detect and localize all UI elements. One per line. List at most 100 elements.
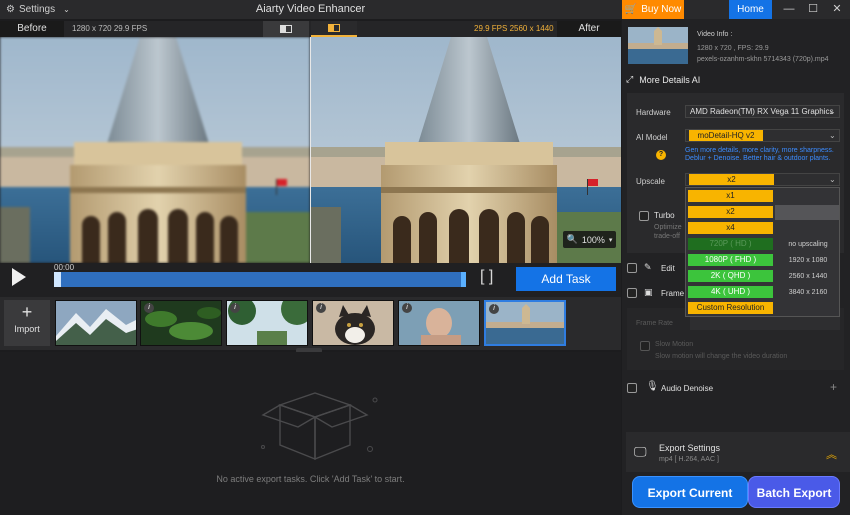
- import-button[interactable]: + Import: [4, 300, 50, 346]
- thumbnail-portrait[interactable]: i: [398, 300, 480, 346]
- option-custom-resolution[interactable]: Custom Resolution: [688, 302, 773, 314]
- export-settings-desc: mp4 [ H.264, AAC ]: [659, 456, 719, 463]
- before-image: [0, 37, 310, 263]
- thumbnail-leaves[interactable]: i: [140, 300, 222, 346]
- option-x4[interactable]: x4: [688, 222, 773, 234]
- chevron-down-icon: ▾: [608, 236, 613, 244]
- more-details-section-header[interactable]: ⤢ More Details AI: [626, 74, 700, 85]
- dropdown-hover-highlight: [775, 205, 839, 220]
- audio-denoise-label: Audio Denoise: [661, 384, 714, 393]
- edit-label: Edit: [661, 264, 675, 273]
- info-icon[interactable]: i: [144, 303, 154, 313]
- empty-tasks-message: No active export tasks. Click 'Add Task'…: [216, 474, 405, 484]
- hardware-label: Hardware: [636, 108, 671, 117]
- option-x2[interactable]: x2: [688, 206, 773, 218]
- export-settings-title: Export Settings: [659, 443, 721, 453]
- import-label: Import: [14, 324, 40, 334]
- before-preview: [0, 37, 310, 263]
- option-720p[interactable]: 720P ( HD ): [688, 238, 773, 250]
- maximize-icon[interactable]: ☐: [805, 2, 821, 17]
- thumbnail-cat[interactable]: i: [312, 300, 394, 346]
- timeline-start-handle[interactable]: [54, 272, 61, 287]
- chevron-down-icon: ⌄: [829, 107, 836, 116]
- export-current-button[interactable]: Export Current: [632, 476, 748, 508]
- option-2k[interactable]: 2K ( QHD ): [688, 270, 773, 282]
- thumbnail-city-selected[interactable]: i: [484, 300, 566, 346]
- batch-export-button[interactable]: Batch Export: [748, 476, 840, 508]
- current-time: 00:00: [54, 263, 75, 272]
- option-x1[interactable]: x1: [688, 190, 773, 202]
- help-icon[interactable]: ?: [656, 150, 666, 160]
- video-info-thumbnail: [628, 27, 688, 64]
- chevron-up-icon: ⌄: [829, 175, 836, 184]
- slow-motion-desc: Slow motion will change the video durati…: [655, 353, 788, 360]
- output-info: 29.9 FPS 2560 x 1440: [474, 24, 554, 33]
- ai-model-label: AI Model: [636, 133, 668, 142]
- split-view-icon: [328, 24, 340, 32]
- close-icon[interactable]: ✕: [829, 2, 845, 17]
- split-divider[interactable]: [310, 37, 311, 263]
- slow-motion-checkbox[interactable]: [640, 341, 650, 351]
- frame-checkbox[interactable]: [627, 288, 637, 298]
- resolution-1080p: 1920 x 1080: [788, 257, 828, 264]
- double-chevron-up-icon[interactable]: ︽: [826, 446, 837, 462]
- single-view-toggle[interactable]: [263, 21, 309, 37]
- after-preview: [311, 37, 621, 263]
- thumbnail-trees[interactable]: i: [226, 300, 308, 346]
- info-icon[interactable]: i: [489, 304, 499, 314]
- hardware-select[interactable]: AMD Radeon(TM) RX Vega 11 Graphics: [685, 105, 840, 118]
- buy-now-label: Buy Now: [641, 4, 682, 15]
- thumbnail-mountains[interactable]: [55, 300, 137, 346]
- info-icon[interactable]: i: [402, 303, 412, 313]
- frame-rate-label: Frame Rate: [636, 320, 673, 327]
- zoom-control[interactable]: 🔍 100% ▾: [563, 231, 616, 248]
- mountain-image: [56, 301, 136, 345]
- turbo-desc-1: Optimize: [654, 224, 682, 231]
- home-button[interactable]: Home: [729, 0, 772, 19]
- split-view-toggle[interactable]: [311, 21, 357, 37]
- info-icon[interactable]: i: [230, 303, 240, 313]
- edit-icon: ✎: [644, 262, 652, 272]
- video-info-filename: pexels-ozanhm-skhn 5714343 (720p).mp4: [697, 56, 829, 63]
- play-icon[interactable]: [12, 268, 26, 286]
- option-4k[interactable]: 4K ( UHD ): [688, 286, 773, 298]
- slow-motion-label: Slow Motion: [655, 341, 694, 348]
- option-1080p[interactable]: 1080P ( FHD ): [688, 254, 773, 266]
- audio-denoise-checkbox[interactable]: [627, 383, 637, 393]
- turbo-label: Turbo: [654, 211, 675, 220]
- edit-checkbox[interactable]: [627, 263, 637, 273]
- timeline-end-handle[interactable]: [461, 272, 466, 287]
- after-label: After: [557, 21, 621, 37]
- before-label: Before: [0, 21, 64, 37]
- frame-rate-select[interactable]: [690, 317, 840, 330]
- empty-box-icon: [261, 392, 378, 461]
- cart-icon: 🛒: [624, 4, 638, 15]
- video-info-specs: 1280 x 720 , FPS: 29.9: [697, 45, 769, 52]
- resolution-2k: 2560 x 1440: [788, 273, 828, 280]
- info-icon[interactable]: i: [316, 303, 326, 313]
- plus-icon[interactable]: +: [830, 380, 837, 394]
- upscale-label: Upscale: [636, 177, 665, 186]
- add-task-button[interactable]: Add Task: [516, 267, 616, 291]
- zoom-icon: 🔍: [566, 234, 578, 244]
- ai-model-value: moDetail-HQ v2: [689, 130, 763, 141]
- timeline-track[interactable]: [54, 272, 466, 287]
- export-settings-icon: 🖵: [634, 444, 647, 459]
- zoom-value: 100%: [581, 234, 605, 245]
- microphone-icon: 🎙: [646, 381, 659, 392]
- expand-icon: ⤢: [626, 74, 634, 84]
- section-title: More Details AI: [639, 74, 701, 85]
- turbo-checkbox[interactable]: [639, 211, 649, 221]
- single-view-icon: [280, 25, 292, 33]
- trim-brackets-icon[interactable]: [ ]: [480, 268, 493, 286]
- resolution-4k: 3840 x 2160: [788, 289, 828, 296]
- source-info: 1280 x 720 29.9 FPS: [72, 24, 148, 33]
- upscale-value: x2: [689, 174, 774, 185]
- video-info-title: Video Info :: [697, 31, 733, 38]
- turbo-desc-2: trade-off: [654, 233, 680, 240]
- ai-model-description: Gen more details, more clarity, more sha…: [685, 147, 834, 162]
- minimize-icon[interactable]: —: [781, 2, 797, 17]
- buy-now-button[interactable]: 🛒 Buy Now: [622, 0, 684, 19]
- hardware-value: AMD Radeon(TM) RX Vega 11 Graphics: [690, 107, 834, 116]
- after-image: [311, 37, 621, 263]
